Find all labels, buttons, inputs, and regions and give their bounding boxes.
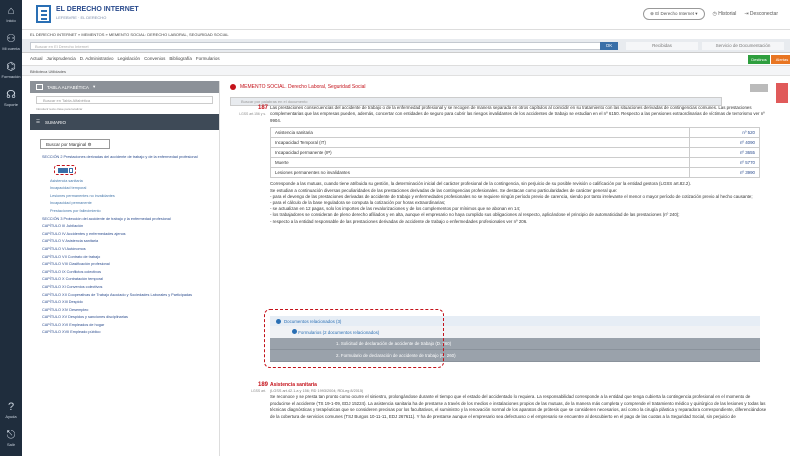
sub-menu[interactable]: Biblioteca Utilidades xyxy=(22,66,790,76)
table-row: Lesiones permanentes no invalidantes nº 3… xyxy=(270,167,760,179)
tabla-alfabetica-header[interactable]: TABLA ALFABÉTICA ▾ xyxy=(30,81,219,93)
list-icon xyxy=(36,84,43,90)
table-row: Incapacidad Temporal (IT) nº 4090 xyxy=(270,137,760,149)
product-selector[interactable]: ⊕ El Derecho Internet ▾ xyxy=(643,8,705,20)
tree-item[interactable]: Prestaciones por fallecimiento xyxy=(38,208,219,216)
paragraph-text: Las prestaciones consecuencias del accid… xyxy=(270,105,765,123)
logout-icon: ⎋ xyxy=(6,428,16,441)
menu-bibliografia[interactable]: Bibliografía xyxy=(169,56,192,61)
main-menu: Actual Jurisprudencia D. Administrativo … xyxy=(22,53,790,66)
prestaciones-table: Asistencia sanitaria nº 520 Incapacidad T… xyxy=(270,127,760,179)
rail-training[interactable]: ⌬ Formación xyxy=(0,56,22,84)
tree-item[interactable]: Incapacidad permanente xyxy=(38,200,219,208)
tree-item[interactable]: CAPÍTULO XII Cooperativas de Trabajo Aso… xyxy=(38,292,219,300)
menu-actual[interactable]: Actual xyxy=(30,56,43,61)
menu-legislacion[interactable]: Legislación xyxy=(118,56,141,61)
table-row: Muerte nº 5770 xyxy=(270,157,760,169)
graduation-icon: ⌬ xyxy=(6,60,16,73)
tree-item[interactable]: CAPÍTULO IX Conflictos colectivos xyxy=(38,269,219,277)
tree-item[interactable]: SECCIÓN 3 Protección del accidente de tr… xyxy=(38,216,219,224)
tree-item[interactable]: CAPÍTULO XVII Empleado público xyxy=(38,329,219,337)
logout-link[interactable]: ⇥ Desconectar xyxy=(744,11,778,17)
tree-item[interactable]: CAPÍTULO III Jubilación xyxy=(38,223,219,231)
rail-logout[interactable]: ⎋ Salir xyxy=(0,424,22,452)
tabla-search-note: Introducir texto clave para localizar xyxy=(36,107,83,111)
table-row: Incapacidad permanente (IP) nº 3655 xyxy=(270,147,760,159)
history-link[interactable]: ◷ Historial xyxy=(713,11,737,17)
tree-item[interactable]: CAPÍTULO VIII Clasificación profesional xyxy=(38,261,219,269)
tree-item[interactable]: CAPÍTULO XIII Despido xyxy=(38,299,219,307)
cross-ref-link[interactable]: nº 4090 xyxy=(689,137,760,149)
tree-item[interactable]: CAPÍTULO V Asistencia sanitaria xyxy=(38,238,219,246)
document-panel: MEMENTO SOCIAL. Derecho Laboral, Segurid… xyxy=(226,81,790,456)
gear-icon: ⚙ xyxy=(87,142,92,147)
table-row: Asistencia sanitaria nº 520 xyxy=(270,127,760,139)
menu-formularios[interactable]: Formularios xyxy=(196,56,220,61)
tree-item[interactable]: CAPÍTULO VII Contrato de trabajo xyxy=(38,254,219,262)
bullet-list: Se estudian a continuación diversas pecu… xyxy=(270,187,753,224)
support-icon: ☊ xyxy=(6,88,16,101)
help-icon: ? xyxy=(7,400,15,413)
brand-logo-icon[interactable] xyxy=(36,5,51,23)
user-icon: ⚇ xyxy=(6,32,16,45)
cross-ref-link[interactable]: nº 520 xyxy=(689,127,760,139)
paragraph-189: 189 LGSS art. Asistencia sanitaria (LGSS… xyxy=(230,382,770,420)
toolbar-button[interactable] xyxy=(750,84,768,92)
document-title: MEMENTO SOCIAL. Derecho Laboral, Segurid… xyxy=(230,84,366,90)
tabla-search-input[interactable]: Buscar en Tabla Alfabética xyxy=(36,96,213,104)
alertas-button[interactable]: Alertas xyxy=(771,55,790,64)
marginal-reference: LGSS art. xyxy=(251,389,266,393)
cross-ref-link[interactable]: nº 3990 xyxy=(689,167,760,179)
marginal-reference: LGSS art.156 y s. xyxy=(239,112,266,116)
rail-help[interactable]: ? Ayuda xyxy=(0,396,22,424)
destinos-button[interactable]: Destinos xyxy=(748,55,770,64)
global-search-input[interactable]: Buscar en El Derecho Internet xyxy=(30,42,618,50)
pdf-icon[interactable] xyxy=(776,83,788,103)
sumario-tree: SECCIÓN 2 Prestaciones derivadas del acc… xyxy=(30,154,219,337)
paragraph-text: Se reconoce y se presta tan pronto como … xyxy=(270,394,767,419)
memento-icon xyxy=(230,84,236,90)
left-panel: TABLA ALFABÉTICA ▾ Buscar en Tabla Alfab… xyxy=(30,81,220,456)
highlighted-selection xyxy=(264,309,444,368)
menu-convenios[interactable]: Convenios xyxy=(144,56,165,61)
tree-item[interactable]: Lesiones permanentes no invalidantes xyxy=(38,193,219,201)
marginal-number[interactable]: 189 xyxy=(258,382,268,388)
brand-name[interactable]: EL DERECHO INTERNET xyxy=(56,6,139,13)
tree-item[interactable]: Asistencia sanitaria xyxy=(38,178,219,186)
search-ok-button[interactable]: OK xyxy=(600,42,618,50)
marginal-number[interactable]: 187 xyxy=(258,105,268,111)
rail-account[interactable]: ⚇ Mi cuenta xyxy=(0,28,22,56)
cross-ref-link[interactable]: nº 3655 xyxy=(689,147,760,159)
tree-item[interactable]: CAPÍTULO XVI Empleados de hogar xyxy=(38,322,219,330)
side-rail: ⌂ Inicio ⚇ Mi cuenta ⌬ Formación ☊ Soporte ?… xyxy=(0,0,22,456)
tree-item[interactable]: CAPÍTULO XIV Desempleo xyxy=(38,307,219,315)
sumario-header[interactable]: ☰ SUMARIO xyxy=(30,114,219,130)
tree-item[interactable]: CAPÍTULO VI Autónomos xyxy=(38,246,219,254)
selected-node-icon xyxy=(58,167,68,173)
node-toggle-icon xyxy=(69,167,73,173)
paragraph-187: 187 LGSS art.156 y s. Las prestaciones c… xyxy=(230,105,770,225)
tree-item[interactable]: SECCIÓN 2 Prestaciones derivadas del acc… xyxy=(38,154,219,162)
tree-item[interactable]: Incapacidad temporal xyxy=(38,185,219,193)
tree-item[interactable]: CAPÍTULO XI Convenios colectivos xyxy=(38,284,219,292)
tree-item[interactable]: CAPÍTULO IV Accidentes y enfermedades aj… xyxy=(38,231,219,239)
brand-subtitle: LEFEBVRE · EL DERECHO xyxy=(56,15,107,20)
tree-item[interactable]: CAPÍTULO X Contratación temporal xyxy=(38,276,219,284)
home-icon: ⌂ xyxy=(7,4,15,17)
menu-jurisprudencia[interactable]: Jurisprudencia xyxy=(47,56,76,61)
rail-home[interactable]: ⌂ Inicio xyxy=(0,0,22,28)
documentation-service-tab[interactable]: Servicio de Documentación xyxy=(702,42,784,50)
highlighted-selection[interactable] xyxy=(54,164,76,175)
global-search-bar: Buscar en El Derecho Internet OK Recibid… xyxy=(22,39,790,53)
menu-administrativo[interactable]: D. Administrativo xyxy=(80,56,114,61)
top-header: EL DERECHO INTERNET LEFEBVRE · EL DERECH… xyxy=(22,0,790,30)
tree-item[interactable]: CAPÍTULO XV Despidos y sanciones discipl… xyxy=(38,314,219,322)
search-by-marginal-button[interactable]: Buscar por Marginal ⚙ xyxy=(40,139,110,149)
breadcrumb[interactable]: EL DERECHO INTERNET » MEMENTOS » MEMENTO… xyxy=(22,30,790,39)
cross-ref-link[interactable]: nº 5770 xyxy=(689,157,760,169)
received-tab[interactable]: Recibidas xyxy=(626,42,698,50)
rail-support[interactable]: ☊ Soporte xyxy=(0,84,22,112)
list-icon: ☰ xyxy=(36,119,41,124)
